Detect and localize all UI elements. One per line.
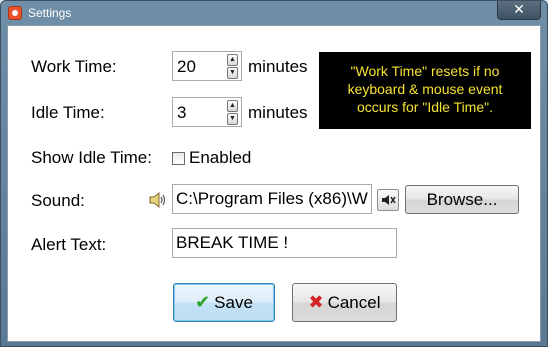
alert-text-label: Alert Text: [31, 235, 107, 254]
idle-time-up-button[interactable]: ▲ [227, 100, 238, 112]
work-time-label: Work Time: [31, 57, 117, 76]
mute-button[interactable] [377, 189, 399, 211]
idle-info-tooltip: "Work Time" resets if no keyboard & mous… [319, 52, 531, 129]
settings-window: Settings ✕ Work Time: 20 ▲ ▼ minutes "Wo… [0, 0, 548, 347]
alert-text-value: BREAK TIME ! [176, 233, 289, 252]
close-button[interactable]: ✕ [497, 1, 541, 20]
cancel-button-label: Cancel [327, 293, 381, 312]
title-bar[interactable]: Settings ✕ [1, 1, 547, 25]
idle-time-label: Idle Time: [31, 103, 105, 122]
save-button[interactable]: ✔ Save [173, 283, 275, 322]
work-time-down-button[interactable]: ▼ [227, 67, 238, 79]
tooltip-line: occurs for "Idle Time". [357, 99, 493, 115]
browse-button-label: Browse... [426, 190, 498, 209]
work-time-spinner[interactable]: 20 ▲ ▼ [172, 51, 242, 81]
show-idle-time-checkbox-label[interactable]: Enabled [189, 148, 251, 168]
show-idle-time-label: Show Idle Time: [31, 148, 152, 167]
browse-button[interactable]: Browse... [405, 185, 519, 214]
alert-text-input[interactable]: BREAK TIME ! [172, 228, 397, 258]
sound-path-input[interactable]: C:\Program Files (x86)\W [172, 184, 372, 214]
app-icon[interactable] [8, 6, 22, 20]
x-icon: ✖ [308, 292, 324, 312]
work-time-up-button[interactable]: ▲ [227, 54, 238, 66]
work-time-value[interactable]: 20 [177, 57, 196, 77]
mute-icon [382, 195, 396, 205]
idle-time-spinner[interactable]: 3 ▲ ▼ [172, 97, 242, 127]
idle-time-down-button[interactable]: ▼ [227, 113, 238, 125]
cancel-button[interactable]: ✖ Cancel [292, 283, 397, 322]
speaker-icon[interactable] [148, 191, 166, 209]
idle-time-unit: minutes [248, 103, 308, 122]
work-time-unit: minutes [248, 57, 308, 76]
save-button-label: Save [214, 293, 253, 312]
tooltip-line: keyboard & mouse event [347, 81, 503, 97]
settings-panel: Work Time: 20 ▲ ▼ minutes "Work Time" re… [7, 25, 541, 342]
tooltip-line: "Work Time" resets if no [350, 63, 500, 79]
idle-time-value[interactable]: 3 [177, 103, 186, 123]
sound-path-value: C:\Program Files (x86)\W [176, 189, 368, 208]
checkmark-icon: ✔ [195, 292, 211, 312]
close-icon: ✕ [513, 1, 525, 17]
show-idle-time-checkbox[interactable] [172, 152, 185, 165]
sound-label: Sound: [31, 191, 85, 210]
window-title: Settings [28, 6, 72, 20]
